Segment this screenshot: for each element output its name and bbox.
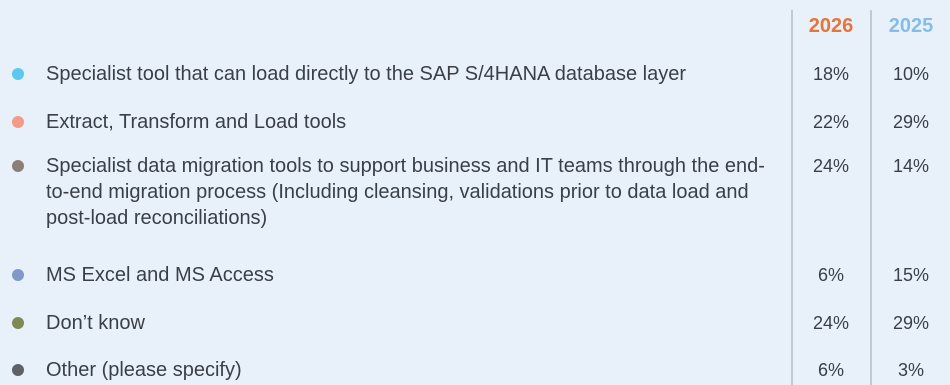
- value-2025: 3%: [897, 360, 924, 380]
- legend-dot: [12, 317, 24, 329]
- value-2025: 10%: [892, 64, 930, 84]
- legend-dot: [12, 160, 24, 172]
- row-label: Specialist data migration tools to suppo…: [46, 155, 765, 229]
- row-label: Extract, Transform and Load tools: [46, 111, 347, 133]
- column-header-2026: 2026: [808, 14, 854, 37]
- value-2026: 6%: [817, 265, 844, 285]
- legend-dot: [12, 364, 24, 376]
- row-label: MS Excel and MS Access: [46, 264, 274, 286]
- value-2025: 14%: [892, 156, 930, 176]
- column-header-2025: 2025: [888, 14, 934, 37]
- value-2025: 15%: [892, 265, 930, 285]
- row-label: Other (please specify): [46, 359, 242, 381]
- row-label: Don’t know: [46, 312, 145, 334]
- row-label: Specialist tool that can load directly t…: [46, 63, 686, 85]
- legend-dot: [12, 269, 24, 281]
- value-2025: 29%: [892, 112, 930, 132]
- legend-dot: [12, 116, 24, 128]
- value-2026: 24%: [812, 313, 850, 333]
- value-2025: 29%: [892, 313, 930, 333]
- value-2026: 24%: [812, 156, 850, 176]
- value-2026: 18%: [812, 64, 850, 84]
- legend-dot: [12, 68, 24, 80]
- value-2026: 6%: [817, 360, 844, 380]
- value-2026: 22%: [812, 112, 850, 132]
